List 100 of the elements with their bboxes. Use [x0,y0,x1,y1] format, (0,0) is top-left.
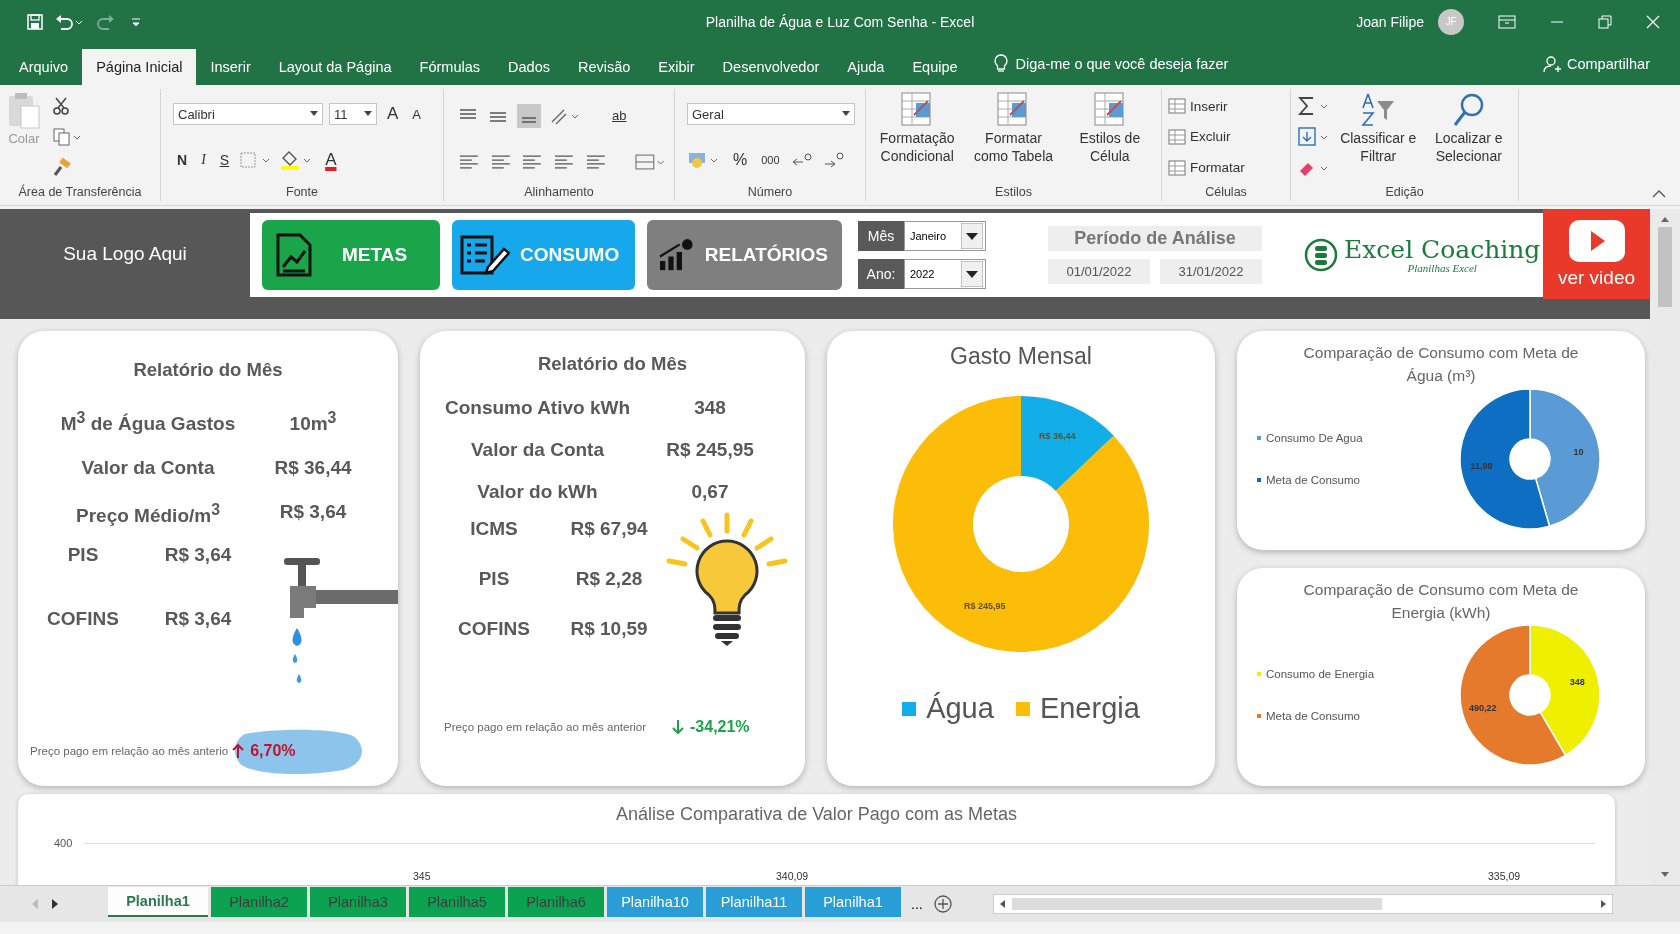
month-label: Mês [858,221,904,251]
tax-value: R$ 67,94 [569,518,649,540]
undo-icon[interactable] [54,12,82,31]
shrink-font-button[interactable]: A [408,106,425,122]
ribbon-tab[interactable]: Arquivo [5,49,83,85]
ribbon-button[interactable]: Excluir [1168,129,1284,145]
font-family-dropdown[interactable]: Calibri [173,103,323,125]
metric-value: 10m$^{3}$ [288,409,338,436]
tax-label: ICMS [469,518,519,540]
thousands-button[interactable]: 000 [757,154,784,166]
period-title: Período de Análise [1048,226,1262,251]
caret-icon [310,111,318,117]
tax-label: PIS [477,568,511,590]
sheet-tab[interactable]: Planilha1 [805,887,901,917]
lightbulb-icon[interactable] [993,54,1008,74]
chart-title: Comparação de Consumo com Meta de Energia (kWh) [1302,579,1580,623]
ribbon-button[interactable]: Formatar como Tabela [968,91,1059,183]
close-icon[interactable] [1646,14,1660,29]
ribbon-tab[interactable]: Página Inicial [82,49,197,85]
window-title: Planilha de Água e Luz Com Senha - Excel [705,13,975,30]
metric-label: Valor da Conta [470,439,605,461]
font-color-button[interactable]: A [321,150,341,170]
legend-label: Consumo de Energia [1266,668,1375,680]
percent-button[interactable]: % [729,151,752,169]
tax-value: R$ 10,59 [569,618,649,640]
tax-value: R$ 3,64 [163,607,233,630]
user-name: Joan Filipe [1356,13,1424,30]
collapse-ribbon-icon[interactable] [1652,189,1666,199]
legend-label: Água [926,692,994,725]
tell-me-field[interactable]: Diga-me o que você deseja fazer [1015,56,1229,72]
chart-title: Comparação de Consumo com Meta de Água (m³) [1302,343,1580,387]
scroll-down-icon[interactable] [1660,871,1670,879]
scrollbar-thumb[interactable] [1658,227,1672,307]
cut-icon[interactable] [52,96,72,117]
scrollbar-thumb[interactable] [1011,898,1382,910]
share-button[interactable]: Compartilhar [1537,54,1680,74]
copy-icon[interactable] [52,127,82,147]
number-format-dropdown[interactable]: Geral [687,103,855,125]
brand-tagline: Planilhas Excel [1407,261,1477,274]
chart-title: Gasto Mensal [950,343,1092,370]
save-icon[interactable] [26,12,44,31]
group-label: Número [746,185,794,201]
grow-font-button[interactable]: A [383,104,403,124]
ribbon-tab[interactable]: Fórmulas [405,49,495,85]
ribbon-tab[interactable]: Layout da Página [264,49,406,85]
ribbon-tab[interactable]: Inserir [196,49,265,85]
sheet-tab[interactable]: Planilha3 [310,887,406,917]
restore-icon[interactable] [1598,14,1612,29]
sheet-tab[interactable]: Planilha11 [706,887,802,917]
nav-button[interactable]: RELATÓRIOS [647,220,842,290]
bottom-align-icon[interactable] [516,102,542,129]
more-sheets[interactable]: ... [911,896,923,912]
ribbon-button[interactable]: Formatar [1168,159,1284,176]
ribbon-tab[interactable]: Equipe [898,49,972,85]
change-value: -34,21% [690,718,750,736]
ribbon-button[interactable]: Classificar e Filtrar [1335,91,1422,183]
ribbon-tab[interactable]: Revisão [563,49,645,85]
group-label: Estilos [994,185,1033,201]
metric-label: Valor do kWh [476,481,599,503]
video-button[interactable]: ver video [1543,209,1650,299]
wrap-text-button[interactable]: ab [608,108,631,123]
bold-button[interactable]: N [173,152,192,168]
sheet-tab[interactable]: Planilha1 [108,887,208,917]
add-sheet-icon[interactable] [932,894,953,914]
ribbon-tab[interactable]: Desenvolvedor [708,49,834,85]
sheet-tab[interactable]: Planilha5 [409,887,505,917]
metric-value: 348 [693,397,727,419]
ribbon-button[interactable]: Localizar e Selecionar [1425,91,1512,183]
ribbon-tab[interactable]: Exibir [644,49,709,85]
data-label: 345 [413,870,431,882]
nav-button[interactable]: METAS [262,220,440,290]
scroll-up-icon[interactable] [1660,215,1670,223]
legend-label: Energia [1039,692,1140,725]
ribbon-button[interactable]: Formatação Condicional [872,91,963,183]
axis-label: 400 [54,837,73,849]
tax-label: PIS [66,543,100,566]
format-painter-icon[interactable] [52,157,72,178]
group-label: Células [1204,185,1248,201]
ribbon-tab[interactable]: Dados [494,49,564,85]
tax-value: R$ 3,64 [163,543,233,566]
legend-label: Meta de Consumo [1266,473,1360,486]
logo-text: Sua Logo Aqui [63,243,187,265]
sheet-tab[interactable]: Planilha6 [508,887,604,917]
data-label: 490,22 [1468,702,1497,713]
ribbon-tab[interactable]: Ajuda [833,49,899,85]
sheet-tab[interactable]: Planilha10 [607,887,703,917]
month-dropdown[interactable]: Janeiro [904,221,986,251]
sheet-tab[interactable]: Planilha2 [211,887,307,917]
ribbon-display-icon[interactable] [1498,14,1516,29]
next-sheet-icon[interactable] [50,898,60,910]
ribbon-button[interactable]: Estilos de Célula [1064,91,1155,183]
year-dropdown[interactable]: 2022 [904,259,986,289]
dropdown-arrow-icon [961,223,983,249]
cells-icon [1168,129,1186,145]
font-size-dropdown[interactable]: 11 [329,103,377,125]
italic-button[interactable]: I [197,152,210,168]
data-label: 335,09 [1488,870,1521,882]
ribbon-button[interactable]: Inserir [1168,98,1284,115]
cells-icon [1168,159,1186,176]
underline-button[interactable]: S [215,152,234,168]
